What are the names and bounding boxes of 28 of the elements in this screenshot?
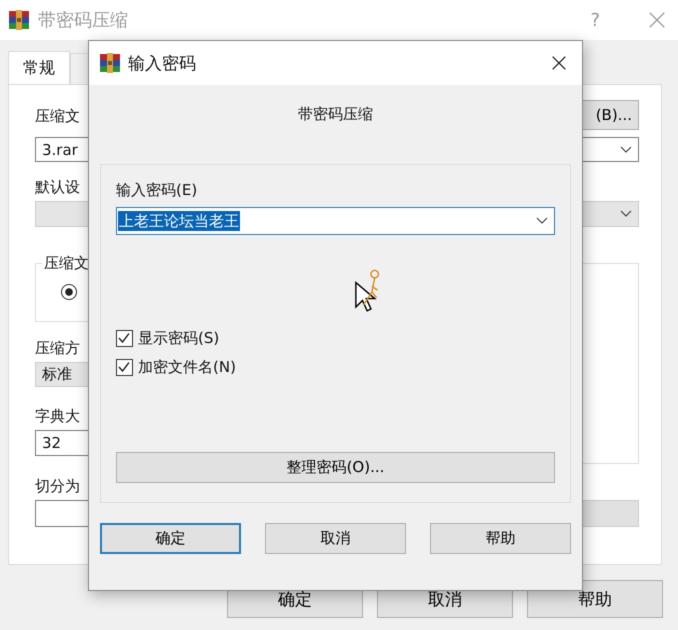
checkbox[interactable] <box>116 359 133 376</box>
chevron-icon <box>536 217 548 225</box>
radio-button[interactable] <box>61 284 77 300</box>
checkbox[interactable] <box>116 330 133 347</box>
archive-icon <box>99 52 121 74</box>
organize-button[interactable]: 整理密码(O)... <box>116 452 555 483</box>
archive-icon <box>8 9 30 31</box>
tab[interactable]: 常规 <box>8 51 70 84</box>
field-label: 切分为 <box>35 477 80 496</box>
dialog-button[interactable]: 取消 <box>265 523 406 554</box>
dialog-title: 输入密码 <box>128 52 196 74</box>
dialog-button[interactable]: 确定 <box>100 523 241 554</box>
field-label: 压缩方 <box>35 339 80 358</box>
checkbox-label: 加密文件名(N) <box>138 358 236 377</box>
field-label: 压缩文 <box>35 107 80 126</box>
field-label: 默认设 <box>35 178 80 197</box>
close-icon[interactable] <box>550 54 568 72</box>
field-label: 字典大 <box>35 407 80 426</box>
chevron-icon <box>620 210 632 218</box>
checkbox-label: 显示密码(S) <box>138 329 220 348</box>
password-value: 上老王论坛当老王 <box>118 211 240 231</box>
group-label: 压缩文 <box>42 254 91 273</box>
password-label: 输入密码(E) <box>116 181 198 201</box>
password-combo[interactable]: 上老王论坛当老王 <box>116 207 555 235</box>
window-title: 带密码压缩 <box>38 9 128 32</box>
dialog-subtitle: 带密码压缩 <box>297 105 374 125</box>
chevron-icon <box>620 146 632 154</box>
dialog-button[interactable]: 帮助 <box>430 523 571 554</box>
